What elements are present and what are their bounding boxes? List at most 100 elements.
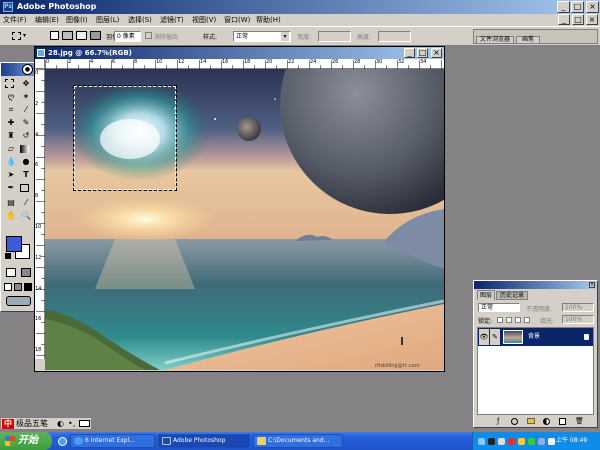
tray-app-icon[interactable] (518, 438, 525, 445)
lock-position-icon[interactable] (515, 317, 521, 323)
pen-tool[interactable]: ✒ (5, 182, 17, 193)
layer-style-icon[interactable]: ƒ (497, 417, 499, 426)
menu-layer[interactable]: 图层(L) (96, 15, 119, 25)
tray-volume-icon[interactable] (498, 438, 505, 445)
ime-punct-icon[interactable]: •, (68, 418, 75, 429)
lasso-tool[interactable]: ღ (5, 91, 17, 102)
shape-tool[interactable] (20, 184, 29, 192)
fill-input[interactable]: 100% (562, 315, 594, 324)
height-input[interactable] (378, 31, 411, 42)
lock-all-icon[interactable] (524, 317, 530, 323)
add-selection-icon[interactable] (62, 31, 73, 40)
doc-close-button[interactable]: × (586, 14, 598, 25)
layers-panel-header[interactable] (474, 281, 597, 289)
rect-marquee-tool[interactable] (5, 79, 14, 88)
default-colors-icon[interactable] (5, 253, 11, 259)
brush-link-icon[interactable]: ✎ (490, 329, 500, 345)
opacity-input[interactable]: 100% (562, 303, 594, 312)
new-layer-icon[interactable] (559, 418, 566, 425)
screen-mode-standard-icon[interactable] (4, 283, 12, 291)
layer-row-background[interactable]: 👁 ✎ 背景 (478, 328, 593, 346)
new-set-icon[interactable] (527, 418, 535, 424)
menu-window[interactable]: 窗口(W) (224, 15, 250, 25)
path-select-tool[interactable]: ➤ (5, 169, 17, 180)
style-select[interactable]: 正常 ▾ (233, 31, 291, 42)
dodge-tool[interactable]: ● (20, 156, 32, 167)
move-tool[interactable]: ✥ (20, 78, 32, 89)
tray-ime-icon[interactable] (548, 438, 555, 445)
menu-help[interactable]: 帮助(H) (256, 15, 281, 25)
eyedropper-tool[interactable]: ⁄ (20, 197, 32, 208)
start-button[interactable]: 开始 (0, 432, 52, 450)
eraser-tool[interactable]: ▱ (5, 143, 17, 154)
trash-icon[interactable]: 🗑 (575, 417, 584, 426)
magic-wand-tool[interactable]: ✶ (20, 91, 32, 102)
palette-well-tab-brushes[interactable]: 画笔 (516, 36, 540, 44)
menu-select[interactable]: 选择(S) (128, 15, 152, 25)
intersect-selection-icon[interactable] (90, 31, 101, 40)
hand-tool[interactable]: ✋ (5, 210, 17, 221)
new-selection-icon[interactable] (50, 31, 59, 40)
palette-well-tab-file-browser[interactable]: 文件浏览器 (476, 36, 514, 44)
toolbox-header[interactable]: ● (1, 63, 35, 76)
doc-minimize-button[interactable]: _ (558, 14, 570, 25)
jump-to-imageready-icon[interactable] (6, 296, 31, 306)
history-brush-tool[interactable]: ↺ (20, 130, 32, 141)
gradient-tool[interactable] (20, 145, 29, 153)
quick-launch-ie-icon[interactable] (58, 437, 67, 446)
tab-layers[interactable]: 图层 (477, 290, 495, 300)
standard-mode-icon[interactable] (6, 268, 16, 277)
width-input[interactable] (318, 31, 351, 42)
document-title-bar[interactable]: 28.jpg @ 66.7%(RGB) _ □ × (35, 47, 444, 59)
tool-preset-arrow-icon[interactable]: ▾ (23, 32, 26, 39)
layers-panel-close-button[interactable]: × (589, 282, 595, 288)
brush-tool[interactable]: ✎ (20, 117, 32, 128)
taskbar-item-explorer[interactable]: C:\Documents and... (253, 434, 343, 448)
ime-moon-icon[interactable]: ◐ (57, 418, 64, 429)
foreground-color-swatch[interactable] (6, 236, 22, 252)
menu-edit[interactable]: 编辑(E) (35, 15, 59, 25)
menu-filter[interactable]: 滤镜(T) (160, 15, 184, 25)
document-close-button[interactable]: × (431, 48, 442, 58)
quick-mask-icon[interactable] (21, 268, 31, 277)
screen-mode-full-icon[interactable] (24, 283, 32, 291)
blend-mode-select[interactable]: 正常 (478, 303, 520, 312)
taskbar-item-photoshop[interactable]: Adobe Photoshop (158, 434, 250, 448)
screen-mode-menu-icon[interactable] (14, 283, 22, 291)
adjustment-layer-icon[interactable] (543, 418, 550, 425)
marquee-tool-icon[interactable] (12, 32, 21, 40)
subtract-selection-icon[interactable] (76, 31, 87, 40)
feather-input[interactable]: 0 像素 (114, 31, 141, 42)
tray-network-icon[interactable] (478, 438, 485, 445)
ime-keyboard-icon[interactable] (79, 420, 90, 427)
ruler-origin[interactable] (35, 59, 45, 69)
tab-history[interactable]: 历史记录 (496, 291, 528, 300)
maximize-button[interactable]: □ (571, 1, 584, 13)
ime-label[interactable]: 极品五笔 (16, 418, 48, 429)
doc-restore-button[interactable]: □ (572, 14, 584, 25)
zoom-tool[interactable]: 🔍 (20, 210, 32, 221)
menu-view[interactable]: 视图(V) (192, 15, 216, 25)
visibility-eye-icon[interactable]: 👁 (479, 329, 489, 345)
photoshop-eye-icon[interactable]: ● (22, 64, 33, 75)
crop-tool[interactable]: ⌗ (5, 104, 17, 115)
close-button[interactable]: × (586, 1, 599, 13)
minimize-button[interactable]: _ (557, 1, 570, 13)
slice-tool[interactable]: ⁄ (20, 104, 32, 115)
healing-tool[interactable]: ✚ (5, 117, 17, 128)
tray-update-icon[interactable] (528, 438, 535, 445)
add-mask-icon[interactable] (511, 418, 518, 425)
blur-tool[interactable]: 💧 (5, 156, 17, 167)
taskbar-item-ie[interactable]: 6 Internet Expl... (70, 434, 155, 448)
menu-image[interactable]: 图像(I) (66, 15, 88, 25)
notes-tool[interactable]: ▤ (5, 197, 17, 208)
tray-qq-icon[interactable] (488, 438, 495, 445)
lock-transparency-icon[interactable] (497, 317, 503, 323)
tray-messenger-icon[interactable] (538, 438, 545, 445)
marquee-selection[interactable] (73, 85, 177, 191)
document-minimize-button[interactable]: _ (404, 48, 415, 58)
ime-logo-icon[interactable]: 中 (2, 419, 14, 429)
antialias-checkbox[interactable] (145, 32, 152, 39)
lock-image-icon[interactable] (506, 317, 512, 323)
tray-shield-icon[interactable] (508, 438, 515, 445)
